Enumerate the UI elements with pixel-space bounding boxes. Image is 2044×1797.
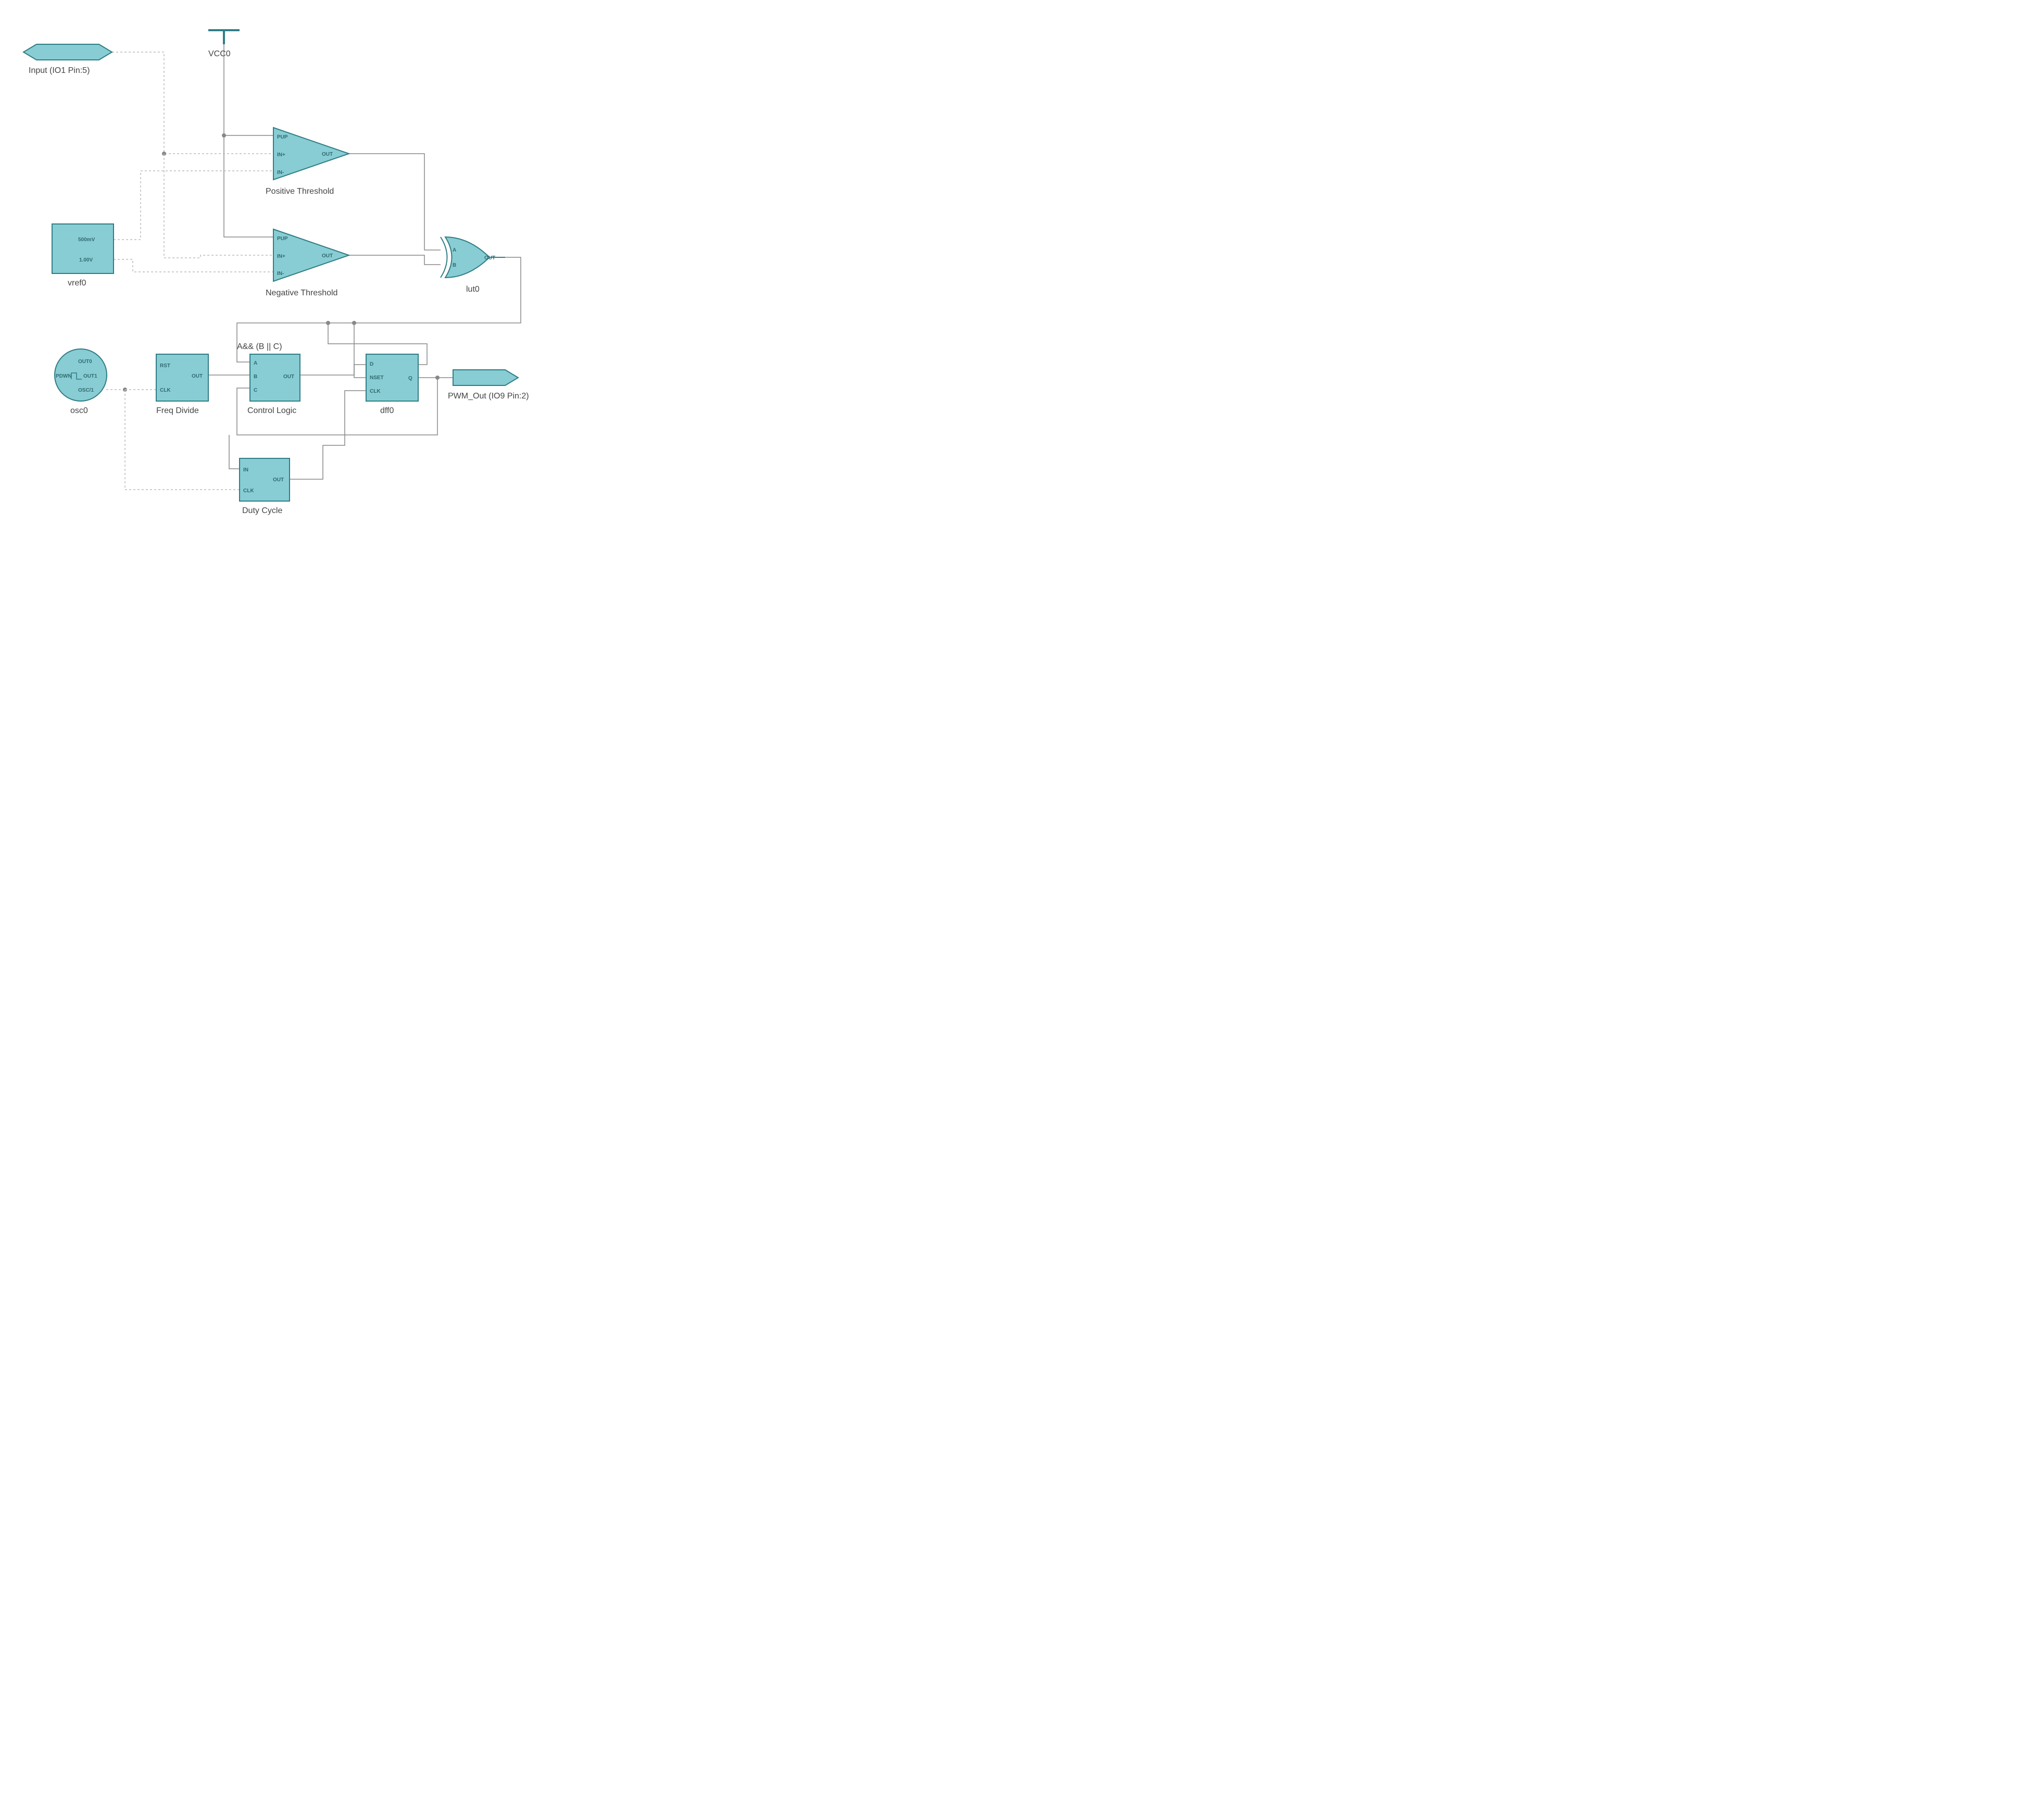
block-diagram: Input (IO1 Pin:5) VCC0 500mV 1.00V vref0… — [0, 0, 604, 531]
xor-out: OUT — [484, 255, 495, 261]
freq-clk: CLK — [160, 388, 171, 393]
comp1-inp: IN+ — [277, 152, 285, 158]
output-port[interactable] — [453, 370, 518, 385]
ctrl-a: A — [254, 360, 257, 366]
ctrl-expr: A&& (B || C) — [237, 342, 282, 351]
ctrl-label: Control Logic — [247, 406, 296, 415]
xor-gate[interactable]: A B OUT — [441, 237, 505, 278]
dff-nset: NSET — [370, 375, 384, 381]
vcc-t[interactable] — [208, 30, 240, 44]
ctrl-c: C — [254, 388, 257, 393]
comp2-inn: IN- — [277, 271, 284, 277]
vref-block[interactable]: 500mV 1.00V — [52, 224, 114, 273]
control-logic-block[interactable]: A B C OUT — [250, 354, 300, 401]
comp2-pup: PUP — [277, 236, 288, 242]
osc-osc: OSC/1 — [78, 388, 94, 393]
comp1-pup: PUP — [277, 134, 288, 140]
freq-label: Freq Divide — [156, 406, 199, 415]
duty-in: IN — [243, 467, 248, 473]
ctrl-b: B — [254, 374, 257, 380]
freq-out: OUT — [192, 373, 203, 379]
comp1-inn: IN- — [277, 170, 284, 176]
input-port[interactable] — [23, 44, 112, 60]
xor-label: lut0 — [466, 285, 480, 294]
dff-label: dff0 — [380, 406, 394, 415]
osc-pdwn: PDWN — [56, 373, 72, 379]
freq-rst: RST — [160, 363, 170, 369]
dff-block[interactable]: D NSET CLK Q — [366, 354, 418, 401]
vref-v2: 1.00V — [79, 257, 93, 263]
vref-label: vref0 — [68, 279, 86, 288]
xor-a: A — [453, 247, 456, 253]
dff-q: Q — [408, 376, 412, 381]
duty-clk: CLK — [243, 488, 254, 494]
comp1-out: OUT — [322, 152, 333, 157]
oscillator[interactable]: OUT0 OUT1 OSC/1 PDWN — [55, 349, 107, 401]
vref-v1: 500mV — [78, 237, 95, 243]
vcc-label: VCC0 — [208, 49, 231, 58]
freq-divide-block[interactable]: RST CLK OUT — [156, 354, 208, 401]
duty-out: OUT — [273, 477, 284, 483]
comparator-positive[interactable]: PUP IN+ IN- OUT — [273, 128, 349, 180]
comp1-label: Positive Threshold — [266, 187, 334, 196]
dff-clk: CLK — [370, 389, 381, 394]
osc-out0: OUT0 — [78, 359, 92, 365]
comp2-out: OUT — [322, 253, 333, 259]
comp2-inp: IN+ — [277, 254, 285, 259]
dff-d: D — [370, 361, 373, 367]
xor-b: B — [453, 263, 456, 268]
duty-cycle-block[interactable]: IN CLK OUT — [240, 458, 290, 501]
input-label: Input (IO1 Pin:5) — [29, 66, 90, 75]
osc-label: osc0 — [70, 406, 88, 415]
ctrl-out: OUT — [283, 374, 294, 380]
output-label: PWM_Out (IO9 Pin:2) — [448, 392, 529, 401]
comparator-negative[interactable]: PUP IN+ IN- OUT — [273, 229, 349, 281]
comp2-label: Negative Threshold — [266, 289, 337, 297]
duty-label: Duty Cycle — [242, 506, 282, 515]
osc-out1: OUT1 — [83, 373, 97, 379]
